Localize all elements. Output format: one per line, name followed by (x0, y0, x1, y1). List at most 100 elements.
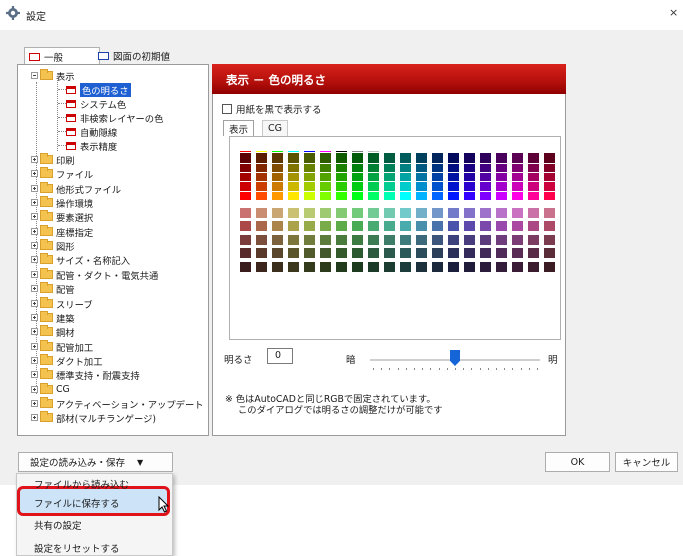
color-swatch[interactable] (319, 247, 332, 259)
color-swatch[interactable] (463, 220, 476, 232)
color-swatch[interactable] (463, 152, 476, 164)
color-swatch[interactable] (511, 207, 524, 219)
color-swatch[interactable] (383, 247, 396, 259)
expand-icon[interactable] (31, 185, 38, 192)
color-swatch[interactable] (351, 234, 364, 246)
expand-icon[interactable] (31, 213, 38, 220)
color-swatch[interactable] (463, 234, 476, 246)
tree-item-child[interactable]: 色の明るさ (66, 82, 131, 97)
color-swatch[interactable] (287, 207, 300, 219)
color-swatch[interactable] (415, 247, 428, 259)
color-swatch[interactable] (351, 261, 364, 273)
menu-item-save-to-file[interactable]: ファイルに保存する (34, 496, 120, 510)
color-swatch[interactable] (383, 234, 396, 246)
color-swatch[interactable] (367, 152, 380, 164)
tree-item-folder[interactable]: 要素選択 (31, 210, 93, 224)
color-swatch[interactable] (399, 234, 412, 246)
color-swatch[interactable] (527, 207, 540, 219)
expand-icon[interactable] (31, 328, 38, 335)
expand-icon[interactable] (31, 357, 38, 364)
color-swatch[interactable] (255, 261, 268, 273)
color-swatch[interactable] (431, 234, 444, 246)
color-swatch[interactable] (479, 152, 492, 164)
tab-general[interactable]: 一般 (24, 47, 100, 65)
color-swatch[interactable] (383, 207, 396, 219)
expand-icon[interactable] (31, 300, 38, 307)
color-swatch[interactable] (303, 261, 316, 273)
tree-item-folder[interactable]: アクティベーション・アップデート (31, 397, 204, 411)
color-swatch[interactable] (303, 247, 316, 259)
color-swatch[interactable] (367, 207, 380, 219)
color-swatch[interactable] (287, 261, 300, 273)
paper-black-option[interactable]: 用紙を黒で表示する (222, 102, 322, 116)
tree-item-folder[interactable]: 標準支持・耐震支持 (31, 368, 140, 382)
color-swatch[interactable] (415, 234, 428, 246)
color-swatch[interactable] (335, 261, 348, 273)
color-swatch[interactable] (511, 247, 524, 259)
expand-icon[interactable] (31, 343, 38, 350)
color-swatch[interactable] (543, 207, 556, 219)
color-swatch[interactable] (495, 234, 508, 246)
color-swatch[interactable] (335, 220, 348, 232)
expand-icon[interactable] (31, 314, 38, 321)
color-swatch[interactable] (447, 220, 460, 232)
tree-item-folder[interactable]: 配管加工 (31, 340, 93, 354)
tree-item-child[interactable]: 非検索レイヤーの色 (66, 111, 163, 125)
tree-item-folder[interactable]: スリーブ (31, 297, 93, 311)
ok-button[interactable]: OK (545, 452, 610, 472)
color-swatch[interactable] (447, 261, 460, 273)
color-swatch[interactable] (351, 207, 364, 219)
color-swatch[interactable] (303, 220, 316, 232)
expand-icon[interactable] (31, 256, 38, 263)
color-swatch[interactable] (319, 234, 332, 246)
color-swatch[interactable] (271, 247, 284, 259)
color-swatch[interactable] (527, 220, 540, 232)
color-swatch[interactable] (351, 247, 364, 259)
color-swatch[interactable] (399, 220, 412, 232)
color-swatch[interactable] (415, 220, 428, 232)
tree-item-folder[interactable]: 建築 (31, 311, 75, 325)
color-swatch[interactable] (367, 247, 380, 259)
color-swatch[interactable] (367, 261, 380, 273)
tree-item-folder[interactable]: 配管 (31, 282, 75, 296)
collapse-icon[interactable] (31, 72, 38, 79)
color-swatch[interactable] (239, 234, 252, 246)
color-swatch[interactable] (399, 207, 412, 219)
expand-icon[interactable] (31, 371, 38, 378)
color-swatch[interactable] (287, 247, 300, 259)
color-swatch[interactable] (399, 261, 412, 273)
tree-item-folder[interactable]: 印刷 (31, 153, 75, 167)
color-swatch[interactable] (383, 220, 396, 232)
color-swatch[interactable] (527, 261, 540, 273)
color-swatch[interactable] (367, 234, 380, 246)
color-swatch[interactable] (479, 234, 492, 246)
color-swatch[interactable] (239, 152, 252, 164)
color-swatch[interactable] (431, 220, 444, 232)
color-swatch[interactable] (431, 247, 444, 259)
color-swatch[interactable] (271, 152, 284, 164)
color-swatch[interactable] (543, 152, 556, 164)
color-swatch[interactable] (303, 207, 316, 219)
expand-icon[interactable] (31, 271, 38, 278)
expand-icon[interactable] (31, 242, 38, 249)
color-swatch[interactable] (367, 220, 380, 232)
color-swatch[interactable] (431, 207, 444, 219)
tree-item-folder[interactable]: ファイル (31, 167, 93, 181)
color-swatch[interactable] (447, 247, 460, 259)
load-save-settings-button[interactable]: 設定の読み込み・保存 ▼ (18, 452, 173, 472)
color-swatch[interactable] (431, 152, 444, 164)
color-swatch[interactable] (399, 152, 412, 164)
color-swatch[interactable] (463, 247, 476, 259)
menu-item-shared-settings[interactable]: 共有の設定 (34, 518, 82, 532)
color-swatch[interactable] (527, 152, 540, 164)
color-swatch[interactable] (415, 261, 428, 273)
color-swatch[interactable] (303, 234, 316, 246)
tree-item-child[interactable]: 表示精度 (66, 139, 117, 153)
subtab-display[interactable]: 表示 (223, 120, 255, 136)
color-swatch[interactable] (495, 247, 508, 259)
color-swatch[interactable] (271, 220, 284, 232)
color-swatch[interactable] (463, 207, 476, 219)
color-swatch[interactable] (239, 261, 252, 273)
color-swatch[interactable] (399, 247, 412, 259)
color-swatch[interactable] (543, 220, 556, 232)
